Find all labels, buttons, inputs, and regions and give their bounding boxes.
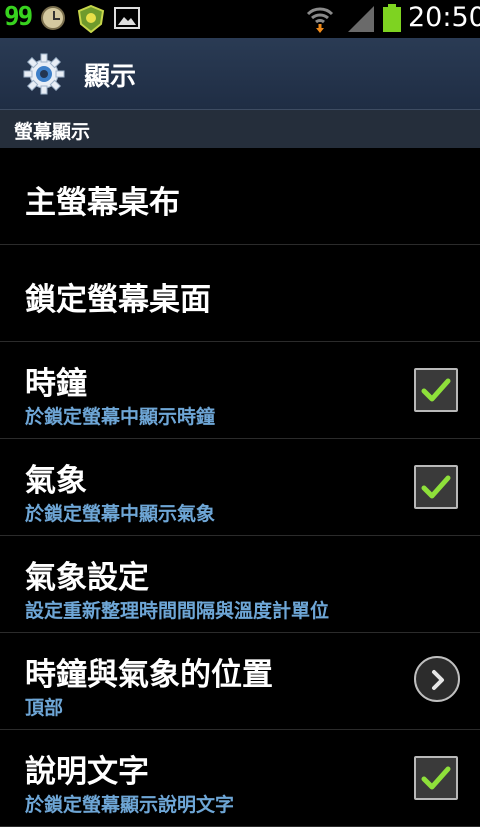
help-text-checkbox[interactable] xyxy=(414,756,458,800)
section-header-label: 螢幕顯示 xyxy=(14,121,91,143)
battery-icon xyxy=(383,4,401,32)
checkmark-icon xyxy=(421,378,451,402)
list-item-title: 時鐘與氣象的位置 xyxy=(25,657,273,693)
list-item-title: 主螢幕桌布 xyxy=(25,185,180,221)
list-item-subtitle: 設定重新整理時間間隔與溫度計單位 xyxy=(25,600,330,622)
list-item-title: 時鐘 xyxy=(25,366,87,402)
clock-checkbox[interactable] xyxy=(414,368,458,412)
settings-list: 主螢幕桌布 鎖定螢幕桌面 時鐘 於鎖定螢幕中顯示時鐘 氣象 於鎖定螢幕中顯示氣象… xyxy=(0,148,480,827)
list-item-lock-wallpaper[interactable]: 鎖定螢幕桌面 xyxy=(0,245,480,342)
list-item-clock-weather-position[interactable]: 時鐘與氣象的位置 頂部 xyxy=(0,633,480,730)
list-item-clock[interactable]: 時鐘 於鎖定螢幕中顯示時鐘 xyxy=(0,342,480,439)
list-item-subtitle: 於鎖定螢幕中顯示時鐘 xyxy=(25,406,216,428)
status-time: 20:50 xyxy=(408,2,480,33)
chevron-right-icon[interactable] xyxy=(414,656,460,702)
section-header: 螢幕顯示 xyxy=(0,110,480,148)
image-icon xyxy=(114,7,140,29)
wifi-icon xyxy=(306,7,334,33)
list-item-weather[interactable]: 氣象 於鎖定螢幕中顯示氣象 xyxy=(0,439,480,536)
list-item-title: 氣象設定 xyxy=(25,560,149,596)
list-item-title: 氣象 xyxy=(25,463,87,499)
checkmark-icon xyxy=(421,475,451,499)
list-item-title: 說明文字 xyxy=(25,754,149,790)
weather-checkbox[interactable] xyxy=(414,465,458,509)
list-item-subtitle: 於鎖定螢幕中顯示氣象 xyxy=(25,503,216,525)
title-bar: 顯示 xyxy=(0,38,480,110)
notification-count: 99 xyxy=(4,2,33,32)
list-item-weather-settings[interactable]: 氣象設定 設定重新整理時間間隔與溫度計單位 xyxy=(0,536,480,633)
page-title: 顯示 xyxy=(84,62,137,92)
status-bar: 99 20:50 xyxy=(0,0,480,38)
list-item-subtitle: 頂部 xyxy=(25,697,64,719)
list-item-help-text[interactable]: 說明文字 於鎖定螢幕顯示說明文字 xyxy=(0,730,480,827)
shield-icon xyxy=(77,5,105,33)
checkmark-icon xyxy=(421,766,451,790)
gear-icon[interactable] xyxy=(22,52,66,96)
clock-icon xyxy=(41,6,65,30)
list-item-home-wallpaper[interactable]: 主螢幕桌布 xyxy=(0,148,480,245)
list-item-subtitle: 於鎖定螢幕顯示說明文字 xyxy=(25,794,235,816)
list-item-title: 鎖定螢幕桌面 xyxy=(25,282,211,318)
signal-icon xyxy=(348,6,374,32)
